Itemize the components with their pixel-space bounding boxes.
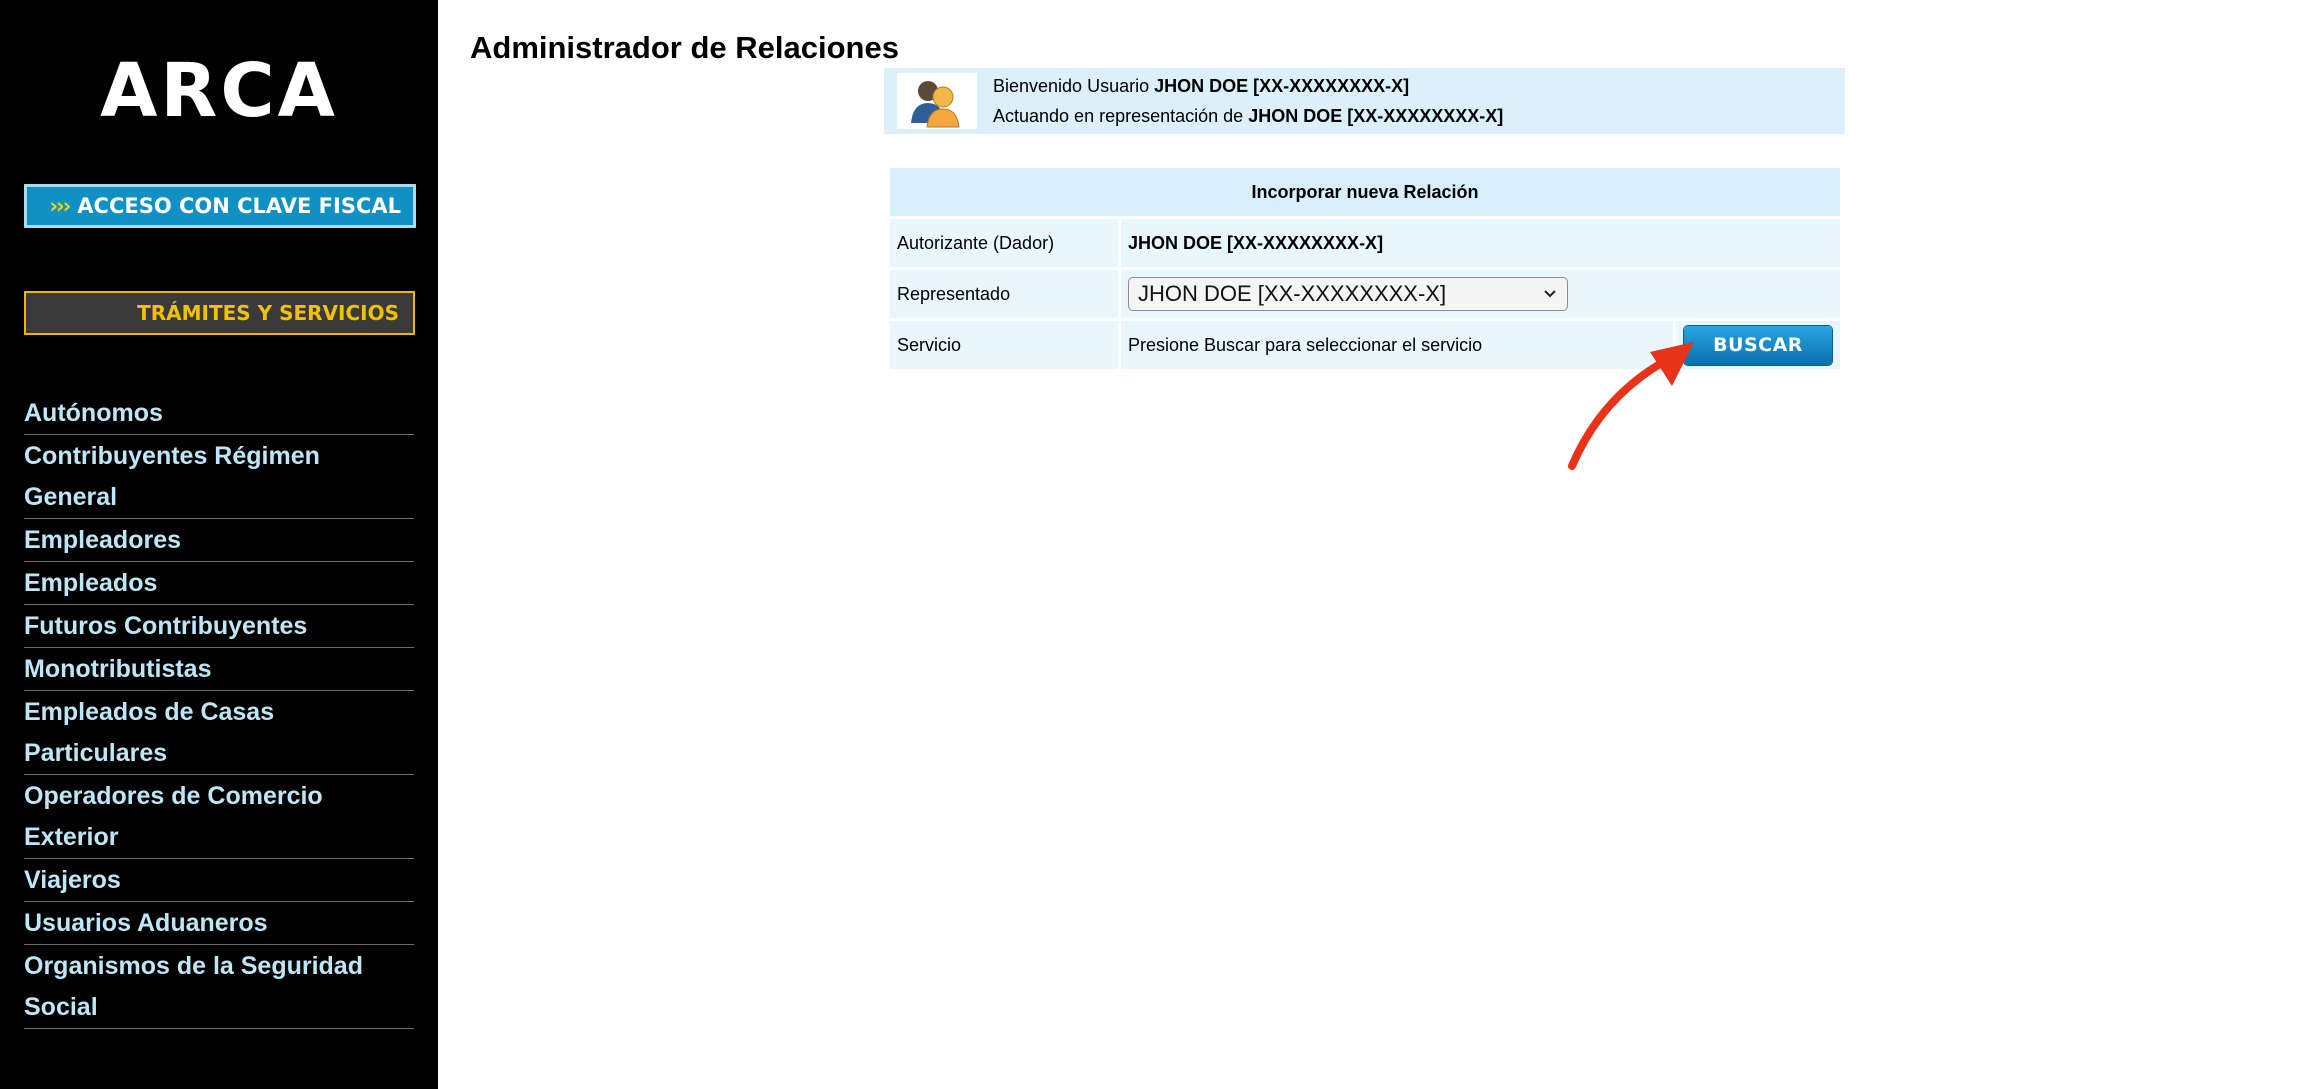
- representado-label: Representado: [890, 270, 1118, 318]
- representation-name: JHON DOE [XX-XXXXXXXX-X]: [1248, 106, 1504, 126]
- tramites-servicios-label: TRÁMITES Y SERVICIOS: [137, 301, 399, 325]
- sidebar-nav: Autónomos Contribuyentes Régimen General…: [24, 392, 414, 1029]
- sidebar-item-contribuyentes-regimen-general[interactable]: Contribuyentes Régimen General: [24, 435, 414, 519]
- welcome-user-name: JHON DOE [XX-XXXXXXXX-X]: [1154, 76, 1410, 96]
- welcome-user-line: Bienvenido Usuario JHON DOE [XX-XXXXXXXX…: [993, 76, 1409, 97]
- users-icon: [897, 73, 977, 129]
- autorizante-label: Autorizante (Dador): [890, 219, 1118, 267]
- sidebar-item-organismos-seguridad-social[interactable]: Organismos de la Seguridad Social: [24, 945, 414, 1029]
- chevron-down-icon: [1543, 278, 1557, 322]
- acceso-clave-fiscal-label: ACCESO CON CLAVE FISCAL: [77, 194, 401, 218]
- sidebar-item-futuros-contribuyentes[interactable]: Futuros Contribuyentes: [24, 605, 414, 648]
- acceso-clave-fiscal-button[interactable]: ››› ACCESO CON CLAVE FISCAL: [24, 184, 416, 228]
- sidebar-item-empleadores[interactable]: Empleadores: [24, 519, 414, 562]
- red-arrow-annotation: [1568, 342, 1694, 470]
- representado-cell: JHON DOE [XX-XXXXXXXX-X]: [1121, 270, 1840, 318]
- form-header: Incorporar nueva Relación: [890, 168, 1840, 216]
- sidebar: ARCA ››› ACCESO CON CLAVE FISCAL TRÁMITES…: [0, 0, 438, 1089]
- representado-select[interactable]: JHON DOE [XX-XXXXXXXX-X]: [1128, 277, 1568, 311]
- tramites-servicios-button[interactable]: TRÁMITES Y SERVICIOS: [24, 291, 415, 335]
- sidebar-item-monotributistas[interactable]: Monotributistas: [24, 648, 414, 691]
- triple-chevron-icon: ›››: [49, 194, 71, 218]
- representation-prefix: Actuando en representación de: [993, 106, 1244, 126]
- sidebar-item-usuarios-aduaneros[interactable]: Usuarios Aduaneros: [24, 902, 414, 945]
- representation-line: Actuando en representación de JHON DOE […: [993, 106, 1503, 127]
- representado-selected-value: JHON DOE [XX-XXXXXXXX-X]: [1138, 281, 1447, 306]
- autorizante-value: JHON DOE [XX-XXXXXXXX-X]: [1121, 219, 1840, 267]
- welcome-banner: Bienvenido Usuario JHON DOE [XX-XXXXXXXX…: [884, 68, 1845, 134]
- welcome-user-prefix: Bienvenido Usuario: [993, 76, 1150, 96]
- sidebar-item-autonomos[interactable]: Autónomos: [24, 392, 414, 435]
- servicio-label: Servicio: [890, 321, 1118, 369]
- sidebar-item-empleados-casas-particulares[interactable]: Empleados de Casas Particulares: [24, 691, 414, 775]
- sidebar-item-empleados[interactable]: Empleados: [24, 562, 414, 605]
- sidebar-item-viajeros[interactable]: Viajeros: [24, 859, 414, 902]
- sidebar-item-operadores-comercio-exterior[interactable]: Operadores de Comercio Exterior: [24, 775, 414, 859]
- page-title: Administrador de Relaciones: [470, 30, 899, 65]
- arca-logo[interactable]: ARCA: [0, 48, 438, 134]
